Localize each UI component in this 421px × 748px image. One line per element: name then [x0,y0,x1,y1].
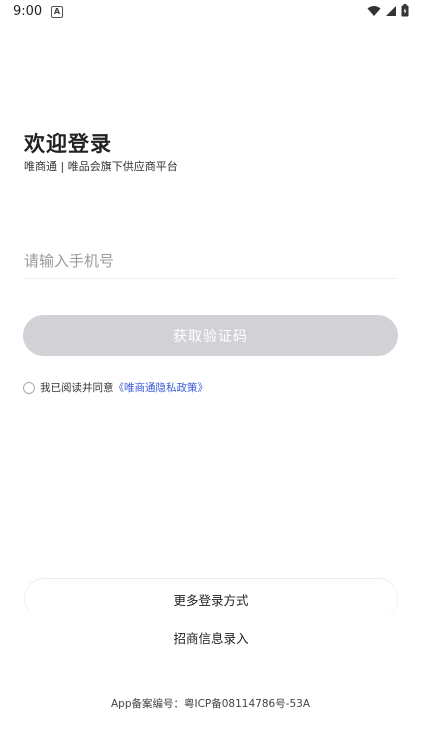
accessibility-a-icon: A [51,6,63,18]
get-verification-code-button[interactable]: 获取验证码 [23,315,398,356]
page-title: 欢迎登录 [24,132,112,156]
merchant-info-entry-button[interactable]: 招商信息录入 [24,618,398,656]
agreement-text: 我已阅读并同意 [40,382,114,394]
page-subtitle: 唯商通 | 唯品会旗下供应商平台 [24,160,178,173]
privacy-policy-link[interactable]: 《唯商通隐私政策》 [114,380,209,395]
battery-icon [401,4,409,17]
signal-icon [386,5,396,16]
status-time: 9:00 [13,4,43,19]
home-indicator [0,744,421,748]
phone-input[interactable] [24,244,396,279]
agreement-row: 我已阅读并同意 《唯商通隐私政策》 [23,380,208,395]
more-login-methods-button[interactable]: 更多登录方式 [24,578,398,619]
wifi-icon [367,5,381,16]
status-bar: 9:00 A [0,0,421,24]
status-icons [367,4,409,17]
agreement-checkbox[interactable] [23,381,35,394]
icp-record-text: App备案编号：粤ICP备08114786号-53A [110,698,311,710]
